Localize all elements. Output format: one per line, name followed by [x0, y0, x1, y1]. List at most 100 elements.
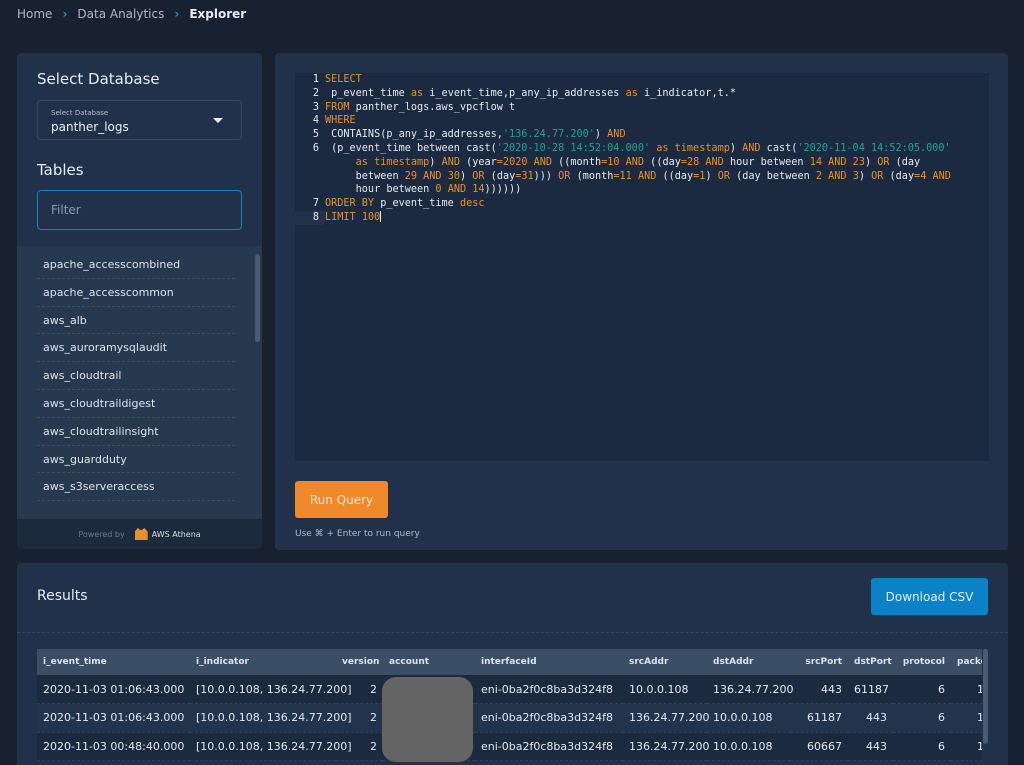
cell-dstport: 443: [848, 703, 893, 733]
results-row[interactable]: 2020-11-03 00:48:40.000 [10.0.0.108, 136.…: [37, 732, 982, 761]
code-text: WHERE: [325, 115, 356, 127]
column-header-i-indicator[interactable]: i_indicator: [190, 649, 336, 675]
cell-i-indicator: [10.0.0.108, 136.24.77.200]: [190, 703, 352, 733]
results-scrollbar[interactable]: [983, 649, 988, 744]
table-list-item[interactable]: aws_cloudtrailinsight: [37, 418, 235, 446]
results-row[interactable]: 2020-11-03 01:06:43.000 [10.0.0.108, 136.…: [37, 675, 982, 704]
cell-srcport: 60667: [791, 732, 848, 761]
column-header-dstaddr[interactable]: dstAddr: [707, 649, 791, 675]
caret-down-icon: [213, 118, 223, 123]
code-text: (p_event_time between cast('2020-10-28 1…: [325, 142, 951, 154]
column-header-interfaceid[interactable]: interfaceId: [475, 649, 623, 675]
line-number: 4: [312, 115, 319, 127]
results-title: Results: [37, 588, 88, 604]
download-csv-button[interactable]: Download CSV: [871, 578, 988, 615]
database-select-label: Select Database: [51, 109, 109, 117]
code-line[interactable]: 8 LIMIT 100: [295, 210, 989, 225]
table-list-item[interactable]: aws_cloudtraildigest: [37, 390, 235, 418]
code-line[interactable]: 1 SELECT: [295, 73, 989, 87]
code-line[interactable]: 0 hour between 0 AND 14)))))): [295, 183, 989, 197]
cell-interfaceid: eni-0ba2f0c8ba3d324f8: [475, 703, 623, 733]
code-line[interactable]: 2 p_event_time as i_event_time,p_any_ip_…: [295, 87, 989, 101]
column-header-dstport[interactable]: dstPort: [848, 649, 893, 675]
line-number: 3: [312, 101, 319, 113]
cell-dstaddr: 10.0.0.108: [707, 703, 791, 733]
column-header-srcport[interactable]: srcPort: [791, 649, 848, 675]
results-header-row: i_event_time i_indicator version account int…: [37, 649, 982, 675]
cell-packets: 15: [951, 703, 982, 733]
line-number: 0: [295, 170, 325, 184]
code-text: LIMIT 100: [325, 211, 382, 223]
cell-protocol: 6: [893, 732, 951, 761]
code-line[interactable]: 4 WHERE: [295, 114, 989, 128]
table-list-item[interactable]: aws_cloudtrail: [37, 362, 235, 390]
code-line[interactable]: 7 ORDER BY p_event_time desc: [295, 197, 989, 211]
cell-dstport: 61187: [848, 675, 893, 704]
database-panel: Select Database Select Database panther_…: [17, 53, 262, 549]
cell-i-event-time: 2020-11-03 00:48:40.000: [37, 732, 190, 761]
cell-dstaddr: 136.24.77.200: [707, 675, 793, 704]
column-header-version[interactable]: version: [336, 649, 383, 675]
cell-i-indicator: [10.0.0.108, 136.24.77.200]: [190, 675, 352, 704]
column-header-srcaddr[interactable]: srcAddr: [623, 649, 707, 675]
text-cursor: [380, 211, 382, 223]
cell-interfaceid: eni-0ba2f0c8ba3d324f8: [475, 732, 623, 761]
engine-name: AWS Athena: [151, 529, 201, 539]
table-list-item[interactable]: aws_guardduty: [37, 446, 235, 474]
table-list-item[interactable]: apache_accesscombined: [37, 251, 235, 279]
column-header-protocol[interactable]: protocol: [893, 649, 951, 675]
aws-athena-logo-icon: [134, 528, 148, 540]
column-header-account[interactable]: account: [383, 649, 475, 675]
code-line[interactable]: 0 between 29 AND 30) OR (day=31))) OR (m…: [295, 170, 989, 184]
breadcrumb-explorer: Explorer: [189, 7, 247, 21]
cell-i-event-time: 2020-11-03 01:06:43.000: [37, 703, 190, 733]
line-number: 2: [312, 87, 319, 99]
chevron-right-icon: ›: [62, 7, 68, 21]
cell-packets: 14: [951, 732, 982, 761]
sql-editor[interactable]: 1 SELECT 2 p_event_time as i_event_time,p_…: [295, 73, 989, 461]
cell-srcaddr: 10.0.0.108: [623, 675, 707, 704]
breadcrumb: Home › Data Analytics › Explorer: [17, 7, 246, 21]
line-number: 6: [312, 142, 319, 154]
database-select[interactable]: Select Database panther_logs: [37, 100, 242, 140]
code-text: CONTAINS(p_any_ip_addresses,'136.24.77.2…: [325, 129, 626, 141]
table-list-item[interactable]: apache_accesscommon: [37, 279, 235, 307]
cell-interfaceid: eni-0ba2f0c8ba3d324f8: [475, 675, 623, 704]
column-header-i-event-time[interactable]: i_event_time: [37, 649, 190, 675]
run-query-button[interactable]: Run Query: [295, 481, 388, 518]
code-text: ORDER BY p_event_time desc: [325, 198, 485, 210]
powered-by-footer: Powered by AWS Athena: [17, 519, 262, 549]
table-list: apache_accesscombined apache_accesscommo…: [17, 246, 262, 519]
chevron-right-icon: ›: [174, 7, 180, 21]
query-editor-panel: 1 SELECT 2 p_event_time as i_event_time,p_…: [275, 53, 1008, 550]
table-list-item[interactable]: aws_s3serveraccess: [37, 473, 235, 502]
cell-srcport: 61187: [791, 703, 848, 733]
cell-srcaddr: 136.24.77.200: [623, 703, 709, 733]
code-text: between 29 AND 30) OR (day=31))) OR (mon…: [325, 170, 951, 182]
table-list-scrollbar[interactable]: [255, 254, 260, 342]
powered-by-label: Powered by: [78, 529, 125, 539]
column-header-packets[interactable]: packets: [951, 649, 982, 675]
line-number: 0: [295, 156, 325, 170]
code-line[interactable]: 0 as timestamp) AND (year=2020 AND ((mon…: [295, 156, 989, 170]
breadcrumb-home[interactable]: Home: [17, 7, 52, 21]
redacted-account-overlay: [382, 677, 473, 762]
cell-protocol: 6: [893, 703, 951, 733]
code-text: SELECT: [325, 74, 362, 85]
table-list-item[interactable]: aws_alb: [37, 307, 235, 335]
results-row[interactable]: 2020-11-03 01:06:43.000 [10.0.0.108, 136.…: [37, 703, 982, 733]
code-line[interactable]: 3 FROM panther_logs.aws_vpcflow t: [295, 101, 989, 115]
code-line[interactable]: 5 CONTAINS(p_any_ip_addresses,'136.24.77…: [295, 128, 989, 142]
results-panel: Results Download CSV i_event_time i_indic…: [17, 563, 1008, 765]
cell-srcaddr: 136.24.77.200: [623, 732, 709, 761]
line-number: 7: [312, 198, 319, 210]
cell-dstport: 443: [848, 732, 893, 761]
code-line[interactable]: 6 (p_event_time between cast('2020-10-28…: [295, 142, 989, 156]
divider: [17, 632, 1008, 633]
cell-packets: 11: [951, 675, 982, 704]
table-list-item[interactable]: aws_auroramysqlaudit: [37, 334, 235, 363]
table-filter-input[interactable]: [37, 190, 242, 230]
line-number: 5: [312, 129, 319, 141]
select-database-title: Select Database: [37, 70, 160, 88]
breadcrumb-data-analytics[interactable]: Data Analytics: [77, 7, 164, 21]
